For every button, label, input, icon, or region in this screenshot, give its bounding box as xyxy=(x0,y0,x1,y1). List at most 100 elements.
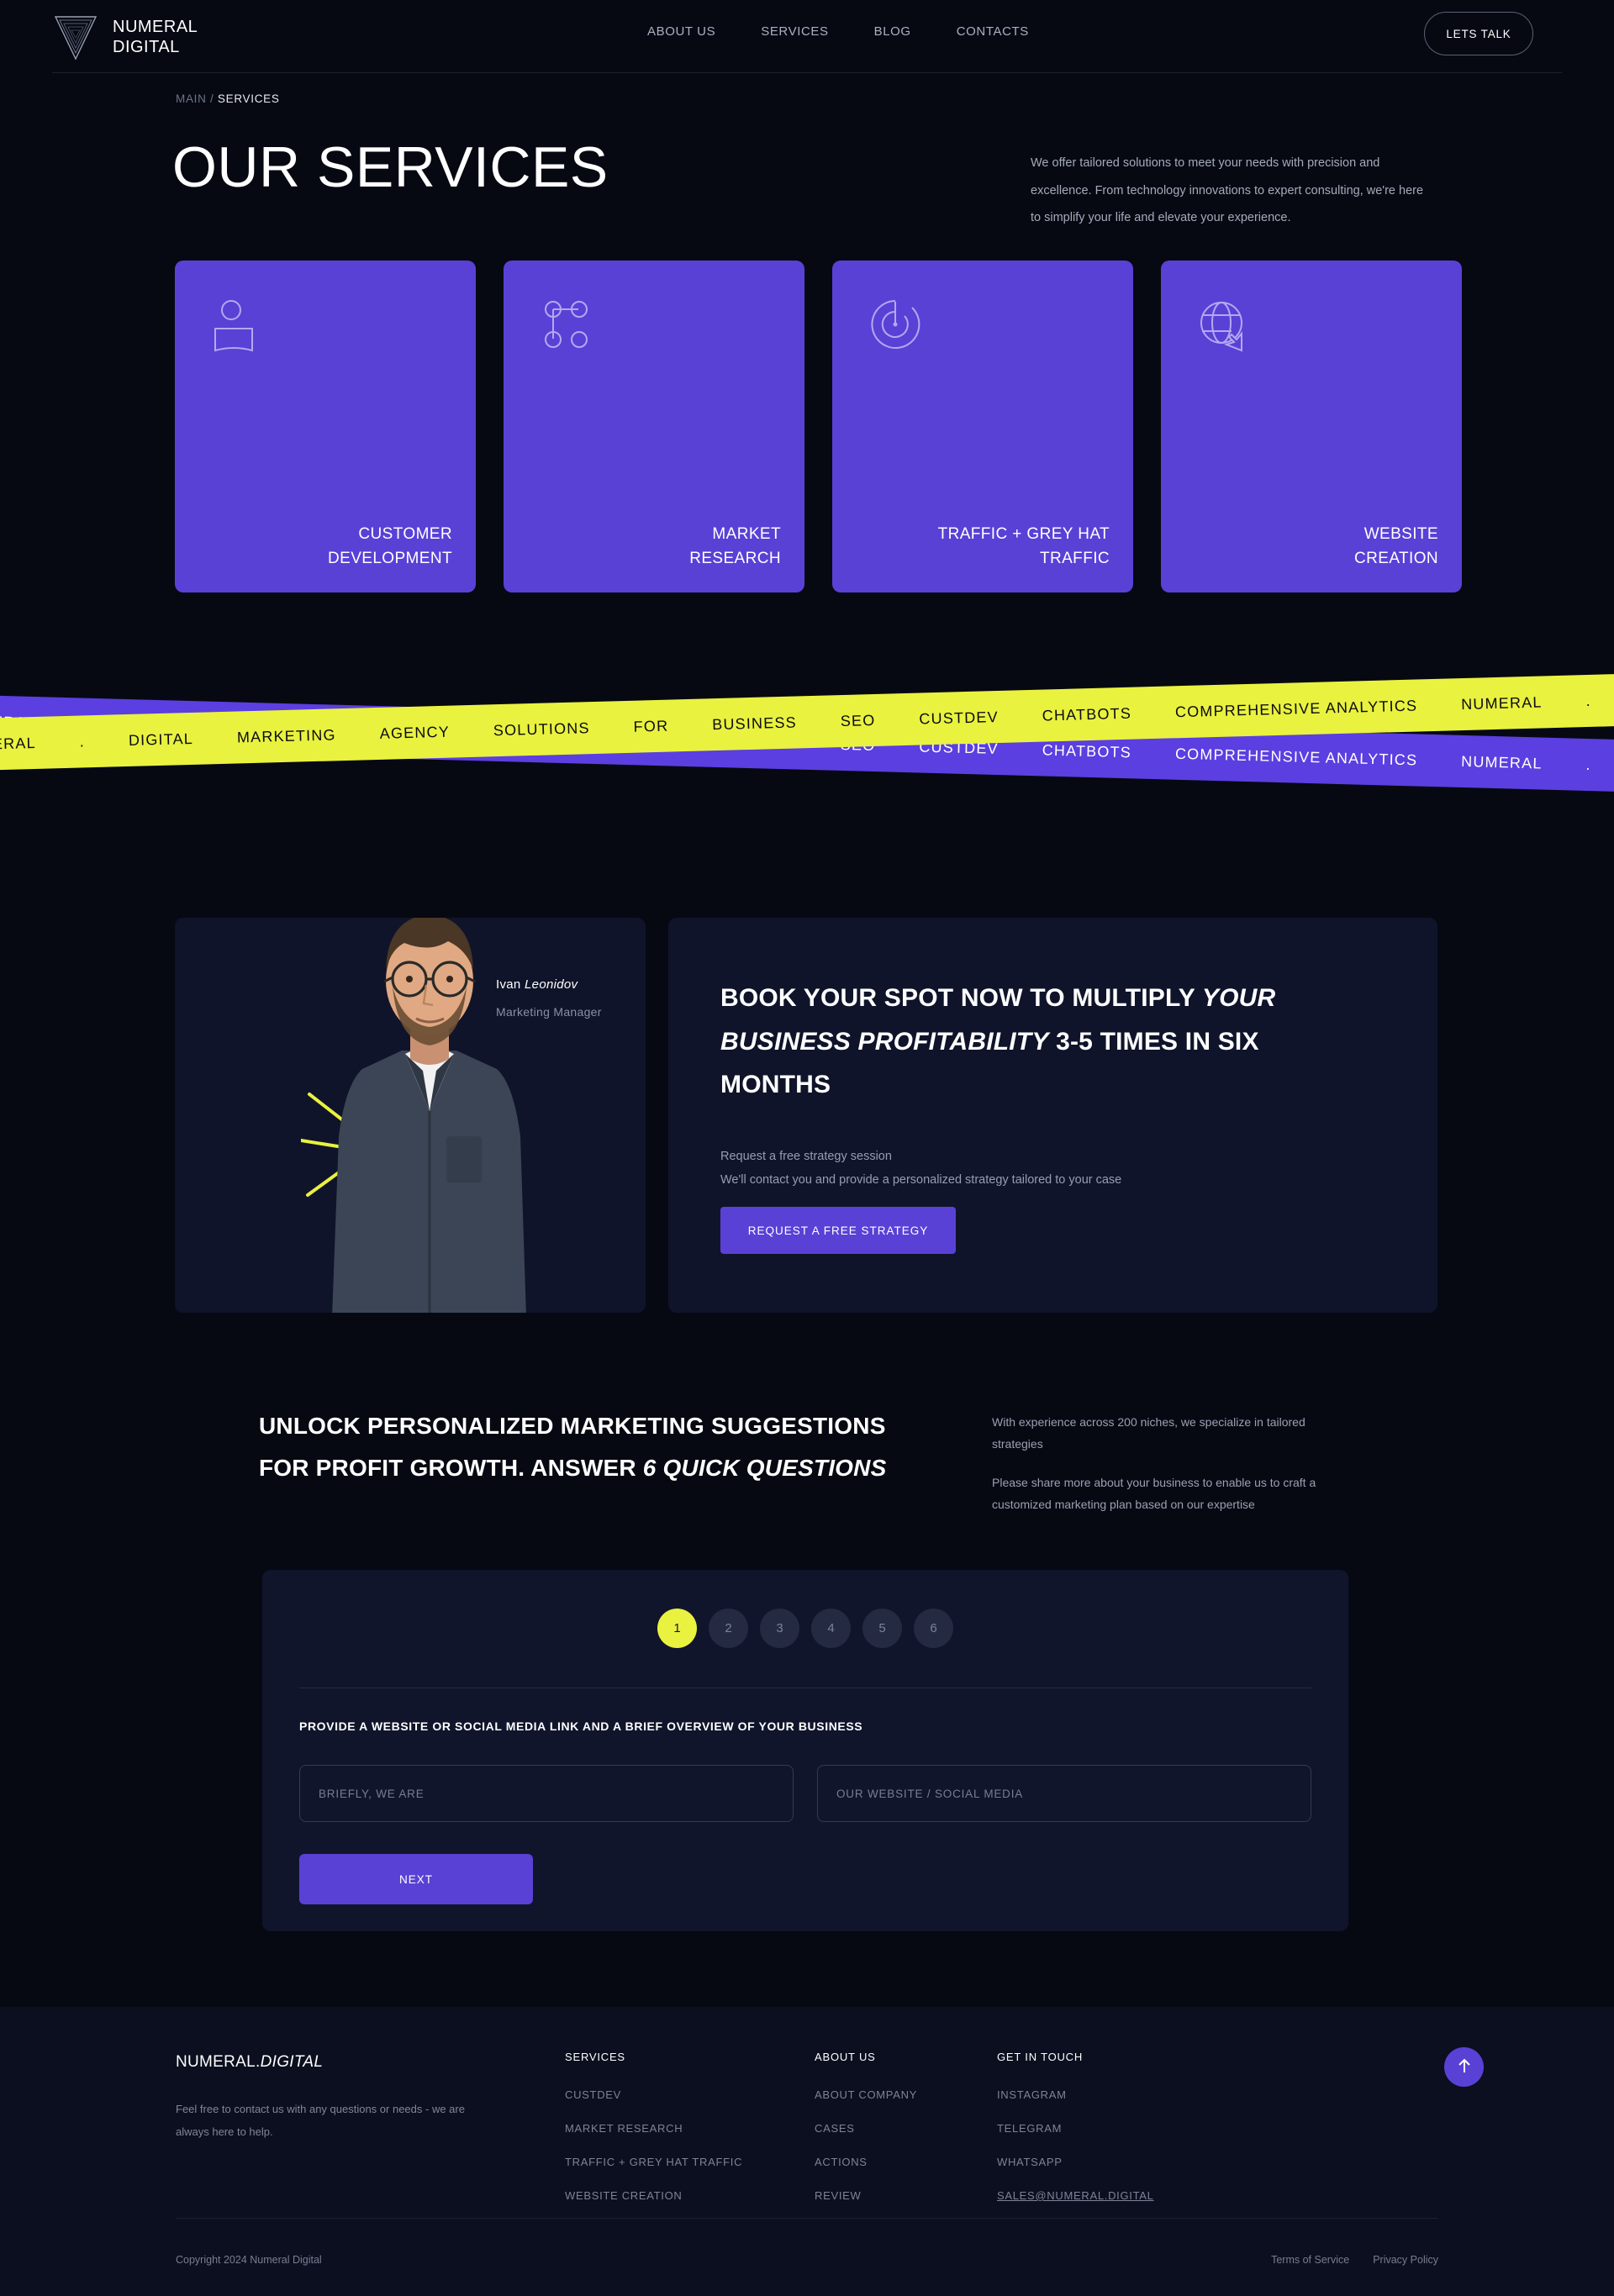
numeral-triangle-logo-icon xyxy=(52,12,99,62)
quiz-step-indicator: 1 2 3 4 5 6 xyxy=(262,1609,1348,1648)
lets-talk-button[interactable]: LETS TALK xyxy=(1424,12,1533,55)
site-footer xyxy=(0,2007,1614,2296)
footer-column-title: SERVICES xyxy=(565,2051,625,2063)
footer-link-instagram[interactable]: INSTAGRAM xyxy=(997,2088,1154,2101)
footer-link-actions[interactable]: ACTIONS xyxy=(815,2156,917,2168)
logo-wordmark: NUMERAL DIGITAL xyxy=(113,17,198,58)
footer-link-website-creation[interactable]: WEBSITE CREATION xyxy=(565,2189,742,2202)
marquee-item: CUSTDEV xyxy=(919,708,1000,728)
book-subline-2: We'll contact you and provide a personal… xyxy=(720,1173,1122,1187)
service-title-line-2: TRAFFIC xyxy=(1039,549,1110,567)
logo-line-2: DIGITAL xyxy=(113,38,180,56)
nav-item-services[interactable]: SERVICES xyxy=(761,24,828,39)
book-heading: BOOK YOUR SPOT NOW TO MULTIPLY YOUR BUSI… xyxy=(720,977,1359,1107)
quiz-form-card: 1 2 3 4 5 6 PROVIDE A WEBSITE OR SOCIAL … xyxy=(262,1570,1348,1931)
footer-link-telegram[interactable]: TELEGRAM xyxy=(997,2122,1154,2135)
quiz-website-input[interactable] xyxy=(817,1765,1311,1822)
footer-column-title: GET IN TOUCH xyxy=(997,2051,1084,2063)
manager-last-name: Leonidov xyxy=(525,977,578,992)
logo[interactable]: NUMERAL DIGITAL xyxy=(52,12,198,62)
footer-brand: NUMERAL.DIGITAL xyxy=(176,2053,323,2072)
service-title-line-1: WEBSITE xyxy=(1363,525,1438,543)
book-subline-1: Request a free strategy session xyxy=(720,1150,892,1163)
quiz-input-row xyxy=(299,1765,1311,1822)
quiz-step-2[interactable]: 2 xyxy=(709,1609,748,1648)
globe-cursor-icon xyxy=(1198,298,1252,356)
service-card-market-research[interactable]: MARKET RESEARCH xyxy=(504,261,804,592)
site-header: NUMERAL DIGITAL ABOUT US SERVICES BLOG C… xyxy=(0,0,1614,71)
marquee-item: AGENCY xyxy=(379,723,451,742)
quiz-step-6[interactable]: 6 xyxy=(914,1609,953,1648)
service-title-line-2: RESEARCH xyxy=(689,549,781,567)
network-nodes-icon xyxy=(541,298,593,356)
service-title-line-1: TRAFFIC + GREY HAT xyxy=(937,525,1110,543)
breadcrumb: MAIN / SERVICES xyxy=(176,92,280,105)
quiz-question-text: PROVIDE A WEBSITE OR SOCIAL MEDIA LINK A… xyxy=(299,1719,863,1733)
quiz-step-1[interactable]: 1 xyxy=(657,1609,697,1648)
service-card-title: MARKET RESEARCH xyxy=(689,523,781,571)
book-spot-panel: BOOK YOUR SPOT NOW TO MULTIPLY YOUR BUSI… xyxy=(668,918,1437,1313)
nav-item-contacts[interactable]: CONTACTS xyxy=(957,24,1029,39)
footer-link-review[interactable]: REVIEW xyxy=(815,2189,917,2202)
service-card-customer-development[interactable]: CUSTOMER DEVELOPMENT xyxy=(175,261,476,592)
header-divider xyxy=(52,72,1562,73)
services-page: NUMERAL DIGITAL ABOUT US SERVICES BLOG C… xyxy=(0,0,1614,2296)
footer-link-email[interactable]: SALES@NUMERAL.DIGITAL xyxy=(997,2189,1154,2202)
quiz-brief-input[interactable] xyxy=(299,1765,794,1822)
radar-icon xyxy=(869,298,921,356)
manager-role: Marketing Manager xyxy=(496,1005,602,1019)
footer-column-about: ABOUT US ABOUT COMPANY CASES ACTIONS REV… xyxy=(815,2051,917,2223)
service-title-line-1: CUSTOMER xyxy=(358,525,452,543)
quiz-step-3[interactable]: 3 xyxy=(760,1609,799,1648)
arrow-up-icon xyxy=(1457,2057,1472,2077)
request-free-strategy-button[interactable]: REQUEST A FREE STRATEGY xyxy=(720,1207,956,1254)
logo-line-1: NUMERAL xyxy=(113,17,198,36)
service-card-website-creation[interactable]: WEBSITE CREATION xyxy=(1161,261,1462,592)
breadcrumb-main-link[interactable]: MAIN xyxy=(176,92,207,105)
footer-link-whatsapp[interactable]: WHATSAPP xyxy=(997,2156,1154,2168)
marquee-item: . xyxy=(1585,692,1592,709)
quiz-step-5[interactable]: 5 xyxy=(862,1609,902,1648)
footer-divider xyxy=(176,2218,1438,2219)
marquee-item: NUMERAL xyxy=(1460,692,1543,713)
quiz-step-4[interactable]: 4 xyxy=(811,1609,851,1648)
footer-link-market-research[interactable]: MARKET RESEARCH xyxy=(565,2122,742,2135)
footer-column-services: SERVICES CUSTDEV MARKET RESEARCH TRAFFIC… xyxy=(565,2051,742,2223)
footer-note: Feel free to contact us with any questio… xyxy=(176,2103,465,2139)
service-card-traffic-grey-hat[interactable]: TRAFFIC + GREY HAT TRAFFIC xyxy=(832,261,1133,592)
person-icon xyxy=(212,298,264,356)
footer-link-traffic[interactable]: TRAFFIC + GREY HAT TRAFFIC xyxy=(565,2156,742,2168)
quiz-aside-paragraph-1: With experience across 200 niches, we sp… xyxy=(992,1415,1305,1451)
marquee-item: DIGITAL xyxy=(128,729,194,749)
marquee-item: NUMERAL xyxy=(1460,752,1543,772)
main-nav: ABOUT US SERVICES BLOG CONTACTS xyxy=(647,24,1029,39)
service-title-line-2: DEVELOPMENT xyxy=(328,549,452,567)
quiz-next-button[interactable]: NEXT xyxy=(299,1854,533,1904)
footer-brand-part-1: NUMERAL. xyxy=(176,2053,261,2071)
scroll-to-top-button[interactable] xyxy=(1444,2047,1484,2087)
footer-link-custdev[interactable]: CUSTDEV xyxy=(565,2088,742,2101)
footer-brand-part-2: DIGITAL xyxy=(260,2053,324,2071)
service-card-title: WEBSITE CREATION xyxy=(1354,523,1438,571)
service-title-line-2: CREATION xyxy=(1354,549,1438,567)
footer-link-about-company[interactable]: ABOUT COMPANY xyxy=(815,2088,917,2101)
privacy-policy-link[interactable]: Privacy Policy xyxy=(1373,2254,1438,2266)
legal-links: Terms of Service Privacy Policy xyxy=(1271,2254,1438,2266)
marquee-item: CHATBOTS xyxy=(1042,740,1132,761)
breadcrumb-separator: / xyxy=(206,92,218,105)
footer-column-get-in-touch: GET IN TOUCH INSTAGRAM TELEGRAM WHATSAPP… xyxy=(997,2051,1154,2223)
manager-name: Ivan Leonidov xyxy=(496,977,578,992)
marquee-item: CHATBOTS xyxy=(1042,704,1132,724)
marquee-item: SOLUTIONS xyxy=(493,719,590,739)
copyright-text: Copyright 2024 Numeral Digital xyxy=(176,2254,322,2266)
marquee-item: COMPREHENSIVE ANALYTICS xyxy=(1174,696,1418,720)
quiz-heading-part-2: 6 QUICK QUESTIONS xyxy=(642,1455,887,1482)
nav-item-about-us[interactable]: ABOUT US xyxy=(647,24,715,39)
marquee-item: BUSINESS xyxy=(711,713,798,733)
terms-of-service-link[interactable]: Terms of Service xyxy=(1271,2254,1349,2266)
services-card-grid: CUSTOMER DEVELOPMENT MARKET RESEARCH TRA… xyxy=(175,261,1462,592)
nav-item-blog[interactable]: BLOG xyxy=(874,24,911,39)
marquee-item: COMPREHENSIVE ANALYTICS xyxy=(1174,745,1418,769)
footer-link-cases[interactable]: CASES xyxy=(815,2122,917,2135)
book-heading-part-1: BOOK YOUR SPOT NOW TO MULTIPLY xyxy=(720,984,1202,1012)
